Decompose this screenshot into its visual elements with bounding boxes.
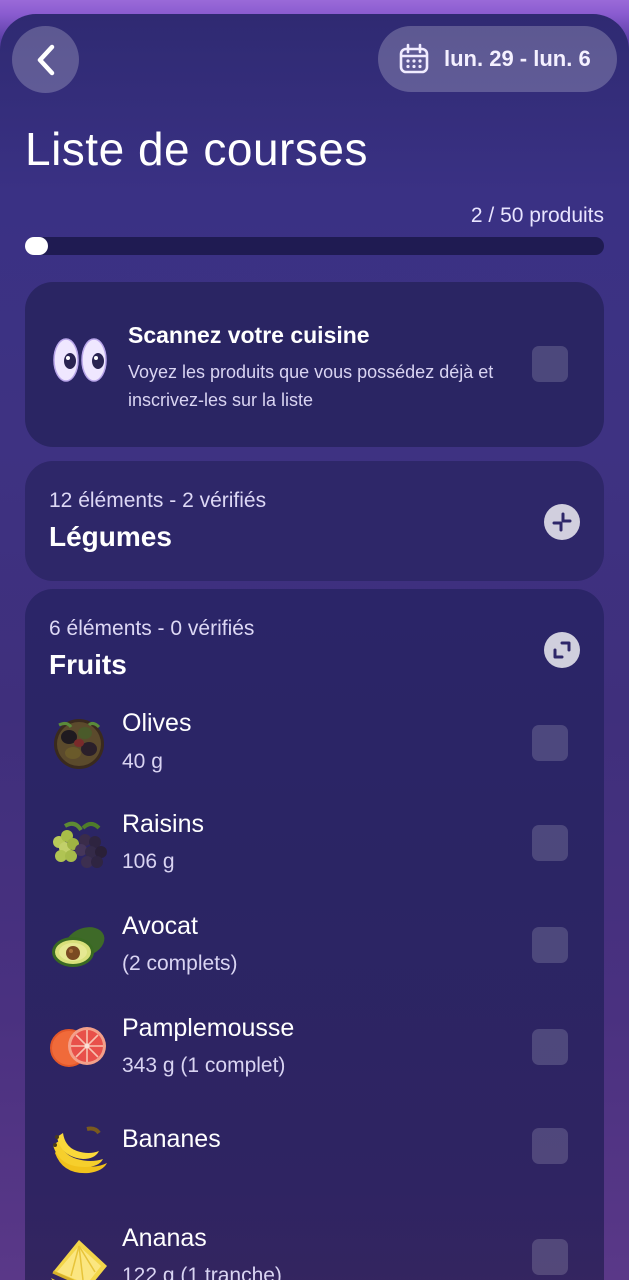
list-item[interactable]: Raisins 106 g <box>25 806 604 906</box>
list-item[interactable]: Pamplemousse 343 g (1 complet) <box>25 1010 604 1110</box>
group-fruits: 6 éléments - 0 vérifiés Fruits Olives 40… <box>25 589 604 1280</box>
grapes-icon <box>53 821 107 868</box>
item-name: Olives <box>122 709 192 737</box>
list-item[interactable]: Ananas 122 g (1 tranche) <box>25 1220 604 1280</box>
banana-icon <box>53 1126 107 1174</box>
page-title: Liste de courses <box>25 123 368 175</box>
progress-count: 2 / 50 produits <box>470 204 604 227</box>
back-button[interactable] <box>12 26 79 93</box>
item-checkbox[interactable] <box>532 1128 568 1164</box>
progress-bar <box>25 237 604 255</box>
olives-icon <box>54 719 104 769</box>
item-quantity: 40 g <box>122 750 163 773</box>
group-legumes-count: 12 éléments - 2 vérifiés <box>49 489 267 512</box>
list-item[interactable]: Avocat (2 complets) <box>25 908 604 1008</box>
item-quantity: 343 g (1 complet) <box>122 1054 286 1077</box>
item-name: Raisins <box>122 810 204 838</box>
expand-arrows-icon <box>553 641 571 659</box>
item-quantity: 122 g (1 tranche) <box>122 1264 282 1280</box>
scan-checkbox[interactable] <box>532 346 568 382</box>
date-range-label: lun. 29 - lun. 6 <box>444 46 591 71</box>
avocado-icon <box>52 927 105 967</box>
group-fruits-count: 6 éléments - 0 vérifiés <box>49 617 255 640</box>
item-checkbox[interactable] <box>532 1029 568 1065</box>
grapefruit-icon <box>50 1027 106 1067</box>
scan-kitchen-card[interactable]: Scannez votre cuisine Voyez les produits… <box>25 282 604 447</box>
item-checkbox[interactable] <box>532 1239 568 1275</box>
item-quantity: 106 g <box>122 850 175 873</box>
item-name: Avocat <box>122 912 198 940</box>
item-name: Bananes <box>122 1125 221 1153</box>
item-checkbox[interactable] <box>532 725 568 761</box>
item-name: Ananas <box>122 1224 207 1252</box>
calendar-icon <box>399 43 429 74</box>
collapse-arrows-icon <box>552 512 572 532</box>
group-legumes[interactable]: 12 éléments - 2 vérifiés Légumes <box>25 461 604 581</box>
shopping-list-screen: lun. 29 - lun. 6 Liste de courses 2 / 50… <box>0 14 629 1280</box>
group-fruits-title[interactable]: Fruits <box>49 649 127 681</box>
expand-group-button[interactable] <box>544 504 580 540</box>
item-quantity: (2 complets) <box>122 952 238 975</box>
group-legumes-title: Légumes <box>49 521 172 552</box>
list-item[interactable]: Olives 40 g <box>25 705 604 805</box>
item-checkbox[interactable] <box>532 927 568 963</box>
date-range-button[interactable]: lun. 29 - lun. 6 <box>378 26 617 92</box>
item-checkbox[interactable] <box>532 825 568 861</box>
progress-bar-fill <box>25 237 49 255</box>
scan-description: Voyez les produits que vous possédez déj… <box>128 362 494 410</box>
list-item[interactable]: Bananes <box>25 1119 604 1219</box>
item-name: Pamplemousse <box>122 1014 295 1042</box>
pineapple-icon <box>51 1240 107 1280</box>
scan-title: Scannez votre cuisine <box>128 322 370 348</box>
eyes-icon <box>53 338 107 382</box>
collapse-group-button[interactable] <box>544 632 580 668</box>
chevron-left-icon <box>37 44 54 75</box>
